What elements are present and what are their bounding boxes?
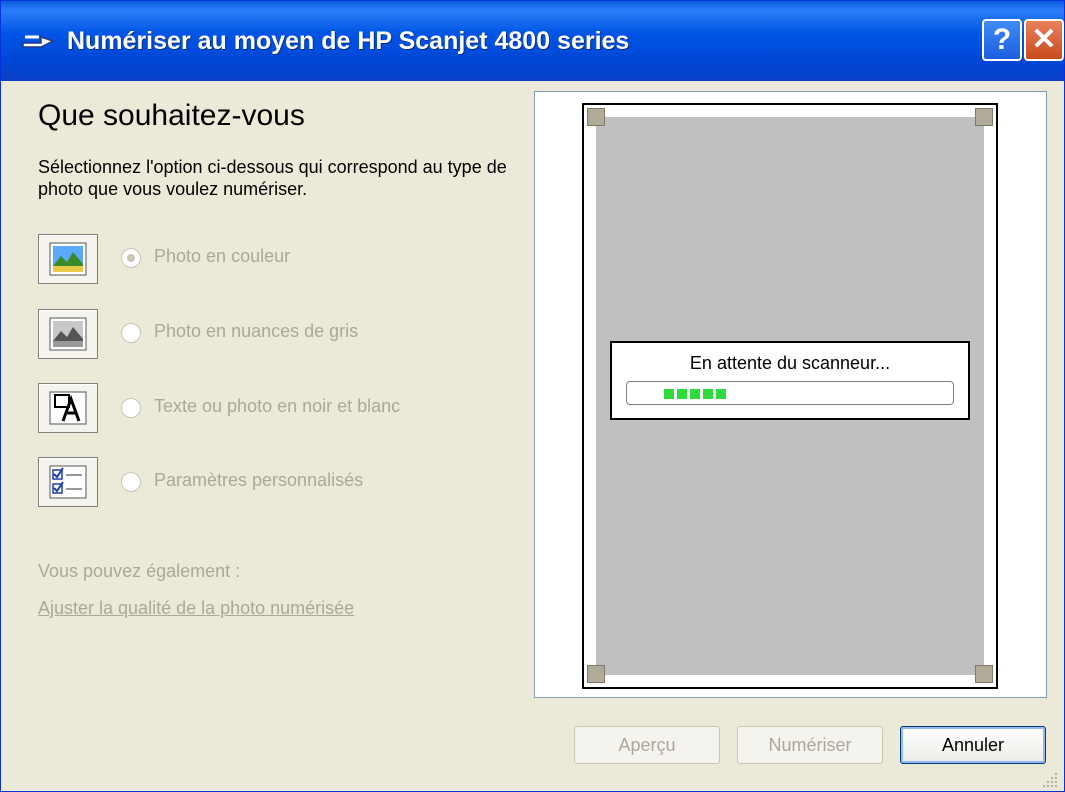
black-white-radio[interactable] — [121, 398, 141, 418]
black-white-label[interactable]: Texte ou photo en noir et blanc — [154, 396, 400, 417]
scan-dialog-window: Numériser au moyen de HP Scanjet 4800 se… — [0, 0, 1065, 792]
grayscale-photo-radio[interactable] — [121, 323, 141, 343]
status-text: En attente du scanneur... — [689, 353, 891, 373]
progress-segment — [664, 389, 674, 399]
scan-button[interactable]: Numériser — [737, 726, 883, 764]
grayscale-photo-icon[interactable] — [38, 309, 98, 359]
progress-segment — [703, 389, 713, 399]
preview-button[interactable]: Aperçu — [574, 726, 720, 764]
crop-handle-bottom-right[interactable] — [975, 665, 993, 683]
help-button[interactable]: ? — [982, 19, 1022, 61]
crop-handle-top-right[interactable] — [975, 108, 993, 126]
progress-bar — [626, 381, 954, 405]
progress-segment — [677, 389, 687, 399]
color-photo-icon[interactable] — [38, 234, 98, 284]
resize-grip-icon[interactable] — [1041, 771, 1059, 789]
progress-segment — [716, 389, 726, 399]
cancel-button[interactable]: Annuler — [900, 726, 1046, 764]
color-photo-radio[interactable] — [121, 248, 141, 268]
custom-settings-label[interactable]: Paramètres personnalisés — [154, 470, 363, 491]
black-white-text-icon[interactable] — [38, 383, 98, 433]
scanner-icon — [22, 35, 55, 48]
grayscale-photo-label[interactable]: Photo en nuances de gris — [154, 321, 358, 342]
title-bar[interactable]: Numériser au moyen de HP Scanjet 4800 se… — [1, 1, 1064, 81]
progress-segment — [690, 389, 700, 399]
custom-settings-radio[interactable] — [121, 472, 141, 492]
adjust-quality-link[interactable]: Ajuster la qualité de la photo numérisée — [38, 598, 354, 619]
close-button[interactable]: ✕ — [1024, 19, 1064, 61]
page-title: Que souhaitez-vous — [38, 99, 305, 132]
window-title: Numériser au moyen de HP Scanjet 4800 se… — [67, 27, 630, 55]
crop-handle-bottom-left[interactable] — [587, 665, 605, 683]
crop-handle-top-left[interactable] — [587, 108, 605, 126]
status-box: En attente du scanneur... — [610, 341, 970, 420]
color-photo-label[interactable]: Photo en couleur — [154, 246, 290, 267]
custom-settings-icon[interactable] — [38, 457, 98, 507]
also-label: Vous pouvez également : — [38, 561, 241, 581]
instructions-text: Sélectionnez l'option ci-dessous qui cor… — [38, 157, 507, 199]
